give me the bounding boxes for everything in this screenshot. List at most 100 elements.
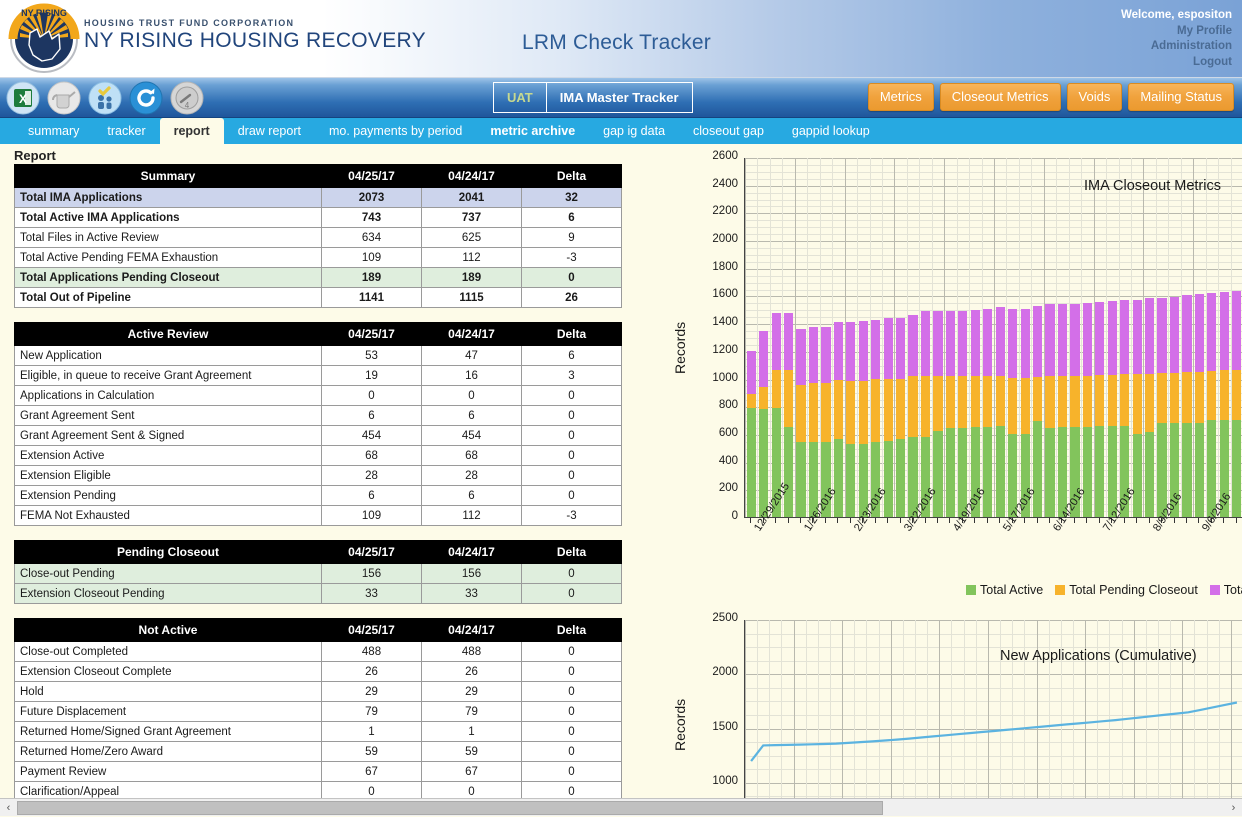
- row-value: 625: [421, 227, 522, 248]
- row-delta-value: 0: [521, 661, 622, 682]
- chart-legend: Total Active Total Pending Closeout Total …: [966, 583, 1242, 597]
- bar-segment-total-active: [945, 428, 956, 517]
- stacked-bar: [945, 158, 956, 517]
- row-value: 16: [421, 365, 522, 386]
- bar-segment-total-pending-closeout-cumulative: [1207, 293, 1217, 371]
- voids-button[interactable]: Voids: [1066, 83, 1123, 111]
- row-value: 19: [321, 365, 422, 386]
- bar-segment-total-pending-closeout: [995, 376, 1005, 427]
- y-axis-tick-label: 1800: [712, 260, 738, 273]
- table-row: Extension Pending 6 6 0: [14, 485, 622, 506]
- user-menu: Welcome, espositon My Profile Administra…: [1121, 8, 1232, 70]
- nav-tab-mo-payments-by-period[interactable]: mo. payments by period: [315, 118, 476, 144]
- excel-export-icon[interactable]: X: [6, 81, 40, 115]
- x-axis-tick: [874, 518, 876, 523]
- bar-segment-total-pending-closeout: [883, 378, 893, 441]
- bar-segment-total-pending-closeout: [1045, 376, 1055, 428]
- scrollbar-track[interactable]: [17, 799, 1225, 816]
- report-table-summary: Summary 04/25/17 04/24/17 Delta Total IMA Ap…: [14, 164, 622, 308]
- column-header: Delta: [521, 540, 622, 564]
- gauge-icon[interactable]: 4: [170, 81, 204, 115]
- people-check-icon[interactable]: [88, 81, 122, 115]
- row-delta-value: 0: [521, 681, 622, 702]
- bar-segment-total-active: [1182, 422, 1192, 517]
- table-row: Grant Agreement Sent & Signed 454 454 0: [14, 425, 622, 446]
- bar-segment-total-pending-closeout-cumulative: [958, 310, 968, 377]
- x-axis-tick: [775, 518, 777, 523]
- stacked-bar: [1095, 158, 1105, 517]
- y-axis-tick-label: 2500: [712, 612, 738, 624]
- legend-swatch-icon: [1209, 585, 1220, 595]
- bar-segment-total-pending-closeout-cumulative: [1157, 297, 1167, 373]
- ima-master-tracker-button[interactable]: IMA Master Tracker: [547, 83, 692, 112]
- nav-tab-report[interactable]: report: [159, 118, 224, 144]
- row-delta-value: 0: [521, 781, 622, 798]
- row-value: 488: [421, 641, 522, 662]
- nav-tab-tracker[interactable]: tracker: [93, 118, 159, 144]
- administration-link[interactable]: Administration: [1121, 39, 1232, 55]
- brand-text: HOUSING TRUST FUND CORPORATION NY RISING…: [84, 18, 426, 53]
- nav-tab-gappid-lookup[interactable]: gappid lookup: [778, 118, 884, 144]
- toolbar: X 4 UAT IMA Master Tracker Metrics Close…: [0, 78, 1242, 118]
- x-axis-tick: [986, 518, 988, 523]
- table-row: Total IMA Applications 2073 2041 32: [14, 187, 622, 208]
- y-axis-label: Records: [672, 698, 688, 751]
- row-value: 743: [321, 207, 422, 228]
- mailing-status-button[interactable]: Mailing Status: [1128, 83, 1234, 111]
- nav-tab-gap-ig-data[interactable]: gap ig data: [589, 118, 679, 144]
- bar-segment-total-pending-closeout-cumulative: [1070, 303, 1080, 376]
- x-axis-tick: [1136, 518, 1138, 523]
- nav-tab-closeout-gap[interactable]: closeout gap: [679, 118, 778, 144]
- stacked-bar: [1082, 158, 1092, 517]
- x-axis-tick: [750, 518, 752, 523]
- row-label: Grant Agreement Sent & Signed: [14, 425, 322, 446]
- row-delta-value: 0: [521, 267, 622, 288]
- row-label: Extension Active: [14, 445, 322, 466]
- toolbar-icon-group: X 4: [6, 81, 204, 115]
- column-header: Delta: [521, 618, 622, 642]
- row-value: 112: [421, 247, 522, 268]
- bar-segment-total-pending-closeout-cumulative: [1032, 305, 1043, 378]
- bar-segment-total-active: [1232, 420, 1242, 517]
- stacked-bar: [1194, 158, 1205, 517]
- bar-segment-total-pending-closeout: [808, 382, 819, 442]
- logout-link[interactable]: Logout: [1121, 55, 1232, 71]
- bar-segment-total-pending-closeout: [1070, 375, 1080, 427]
- scroll-left-arrow-icon[interactable]: ‹: [0, 799, 17, 817]
- legend-item[interactable]: Total Active: [966, 583, 1043, 597]
- closeout-metrics-button[interactable]: Closeout Metrics: [939, 83, 1061, 111]
- nav-tab-draw-report[interactable]: draw report: [224, 118, 315, 144]
- nav-tab-summary[interactable]: summary: [14, 118, 93, 144]
- row-label: Total Active Pending FEMA Exhaustion: [14, 247, 322, 268]
- bar-segment-total-pending-closeout-cumulative: [896, 317, 906, 379]
- bar-segment-total-active: [1095, 426, 1105, 517]
- bar-segment-total-pending-closeout: [871, 379, 881, 442]
- nav-tab-metric-archive[interactable]: metric archive: [476, 118, 589, 144]
- bar-segment-total-pending-closeout: [1008, 377, 1018, 434]
- bar-segment-total-pending-closeout-cumulative: [783, 312, 794, 370]
- bar-segment-total-pending-closeout: [1157, 373, 1167, 423]
- legend-item[interactable]: Total Pending Closeout Cumulative: [1209, 583, 1242, 597]
- scrollbar-thumb[interactable]: [17, 800, 883, 815]
- bar-segment-total-pending-closeout: [945, 375, 956, 429]
- watering-can-icon[interactable]: [47, 81, 81, 115]
- scroll-right-arrow-icon[interactable]: ›: [1225, 799, 1242, 817]
- table-row: Returned Home/Signed Grant Agreement 1 1 0: [14, 721, 622, 742]
- row-label: Grant Agreement Sent: [14, 405, 322, 426]
- legend-item[interactable]: Total Pending Closeout: [1055, 583, 1198, 597]
- table-row: Future Displacement 79 79 0: [14, 701, 622, 722]
- stacked-bar: [1107, 158, 1117, 517]
- bar-segment-total-pending-closeout-cumulative: [759, 331, 769, 387]
- column-header: 04/25/17: [321, 618, 422, 642]
- row-delta-value: 0: [521, 485, 622, 506]
- uat-environment-button[interactable]: UAT: [494, 83, 547, 112]
- legend-label: Total Pending Closeout: [1069, 583, 1198, 597]
- horizontal-scrollbar[interactable]: ‹ ›: [0, 798, 1242, 816]
- metrics-button[interactable]: Metrics: [867, 83, 934, 111]
- bar-segment-total-pending-closeout: [1032, 377, 1043, 422]
- refresh-icon[interactable]: [129, 81, 163, 115]
- bar-segment-total-pending-closeout: [1194, 371, 1205, 423]
- x-axis-tick: [1223, 518, 1225, 523]
- stacked-bar: [1232, 158, 1242, 517]
- my-profile-link[interactable]: My Profile: [1121, 24, 1232, 40]
